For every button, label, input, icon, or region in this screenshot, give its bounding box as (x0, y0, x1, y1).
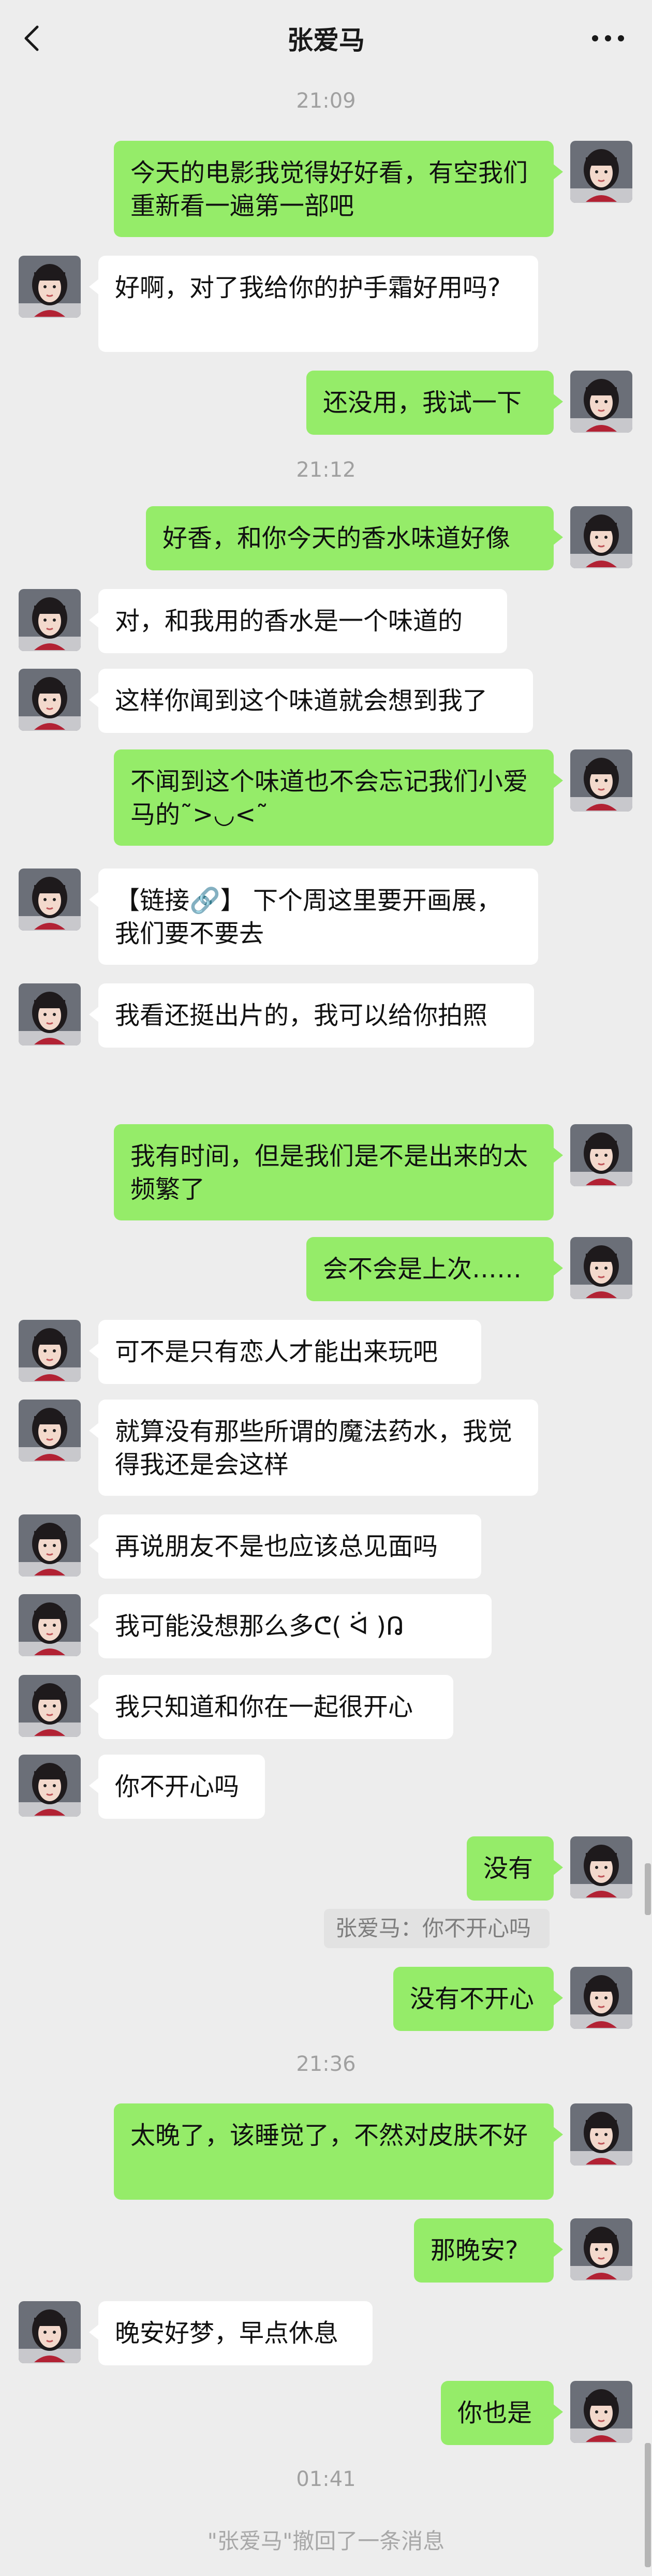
avatar-self[interactable] (570, 1124, 632, 1186)
message-bubble-other[interactable]: 【链接🔗】 下个周这里要开画展，我们要不要去 (89, 869, 538, 965)
avatar-other[interactable] (19, 869, 81, 931)
message-bubble-other[interactable]: 好啊，对了我给你的护手霜好用吗? (89, 256, 538, 352)
avatar-self[interactable] (570, 1967, 632, 2029)
message-bubble-self[interactable]: 还没用，我试一下 (306, 371, 563, 435)
more-button[interactable] (585, 23, 631, 54)
avatar-other[interactable] (19, 589, 81, 651)
avatar-other[interactable] (19, 1514, 81, 1577)
message-bubble-other[interactable]: 就算没有那些所谓的魔法药水，我觉得我还是会这样 (89, 1400, 538, 1496)
avatar-self[interactable] (570, 749, 632, 812)
avatar-other[interactable] (19, 983, 81, 1046)
avatar-self[interactable] (570, 1237, 632, 1299)
message-bubble-other[interactable]: 我可能没想那么多ᕦ( ᐛ )ᕡ (89, 1594, 492, 1658)
message-bubble-self[interactable]: 好香，和你今天的香水味道好像 (146, 506, 563, 570)
avatar-other[interactable] (19, 2301, 81, 2363)
avatar-self[interactable] (570, 506, 632, 568)
avatar-other[interactable] (19, 669, 81, 731)
message-bubble-self[interactable]: 没有不开心 (393, 1967, 563, 2031)
message-bubble-other[interactable]: 这样你闻到这个味道就会想到我了 (89, 669, 533, 733)
message-bubble-self[interactable]: 那晚安? (414, 2218, 563, 2283)
avatar-self[interactable] (570, 371, 632, 433)
timestamp: 21:09 (296, 89, 356, 113)
avatar-other[interactable] (19, 256, 81, 318)
message-bubble-other[interactable]: 可不是只有恋人才能出来玩吧 (89, 1320, 481, 1384)
scrollbar-thumb[interactable] (645, 1863, 651, 1915)
avatar-self[interactable] (570, 2218, 632, 2280)
message-bubble-self[interactable]: 你也是 (441, 2381, 563, 2445)
message-bubble-self[interactable]: 没有 (467, 1836, 563, 1901)
timestamp: 01:41 (296, 2467, 356, 2491)
message-bubble-other[interactable]: 对，和我用的香水是一个味道的 (89, 589, 507, 653)
message-bubble-other[interactable]: 我看还挺出片的，我可以给你拍照 (89, 983, 534, 1048)
message-bubble-self[interactable]: 今天的电影我觉得好好看，有空我们重新看一遍第一部吧 (114, 141, 563, 237)
message-bubble-other[interactable]: 再说朋友不是也应该总见面吗 (89, 1514, 481, 1579)
message-bubble-self[interactable]: 太晚了，该睡觉了，不然对皮肤不好 (114, 2103, 563, 2200)
avatar-other[interactable] (19, 1755, 81, 1817)
message-bubble-other[interactable]: 晚安好梦，早点休息 (89, 2301, 373, 2365)
message-bubble-self[interactable]: 不闻到这个味道也不会忘记我们小爱马的˜>◡<˜ (114, 749, 563, 846)
more-dots-icon (592, 35, 624, 41)
message-bubble-other[interactable]: 你不开心吗 (89, 1755, 265, 1819)
recall-notice: "张爱马"撤回了一条消息 (207, 2528, 445, 2554)
avatar-other[interactable] (19, 1675, 81, 1737)
chat-title: 张爱马 (287, 25, 365, 55)
scrollbar-track[interactable] (645, 2443, 651, 2567)
avatar-self[interactable] (570, 2381, 632, 2443)
nav-bar: 张爱马 (0, 0, 652, 78)
avatar-other[interactable] (19, 1400, 81, 1462)
avatar-self[interactable] (570, 1836, 632, 1898)
timestamp: 21:12 (296, 458, 356, 482)
message-bubble-other[interactable]: 我只知道和你在一起很开心 (89, 1675, 453, 1739)
quoted-message[interactable]: 张爱马：你不开心吗 (324, 1909, 550, 1948)
avatar-self[interactable] (570, 2103, 632, 2166)
message-bubble-self[interactable]: 我有时间，但是我们是不是出来的太频繁了 (114, 1124, 563, 1220)
avatar-other[interactable] (19, 1320, 81, 1382)
avatar-other[interactable] (19, 1594, 81, 1656)
message-bubble-self[interactable]: 会不会是上次…… (306, 1237, 563, 1301)
timestamp: 21:36 (296, 2052, 356, 2076)
avatar-self[interactable] (570, 141, 632, 203)
